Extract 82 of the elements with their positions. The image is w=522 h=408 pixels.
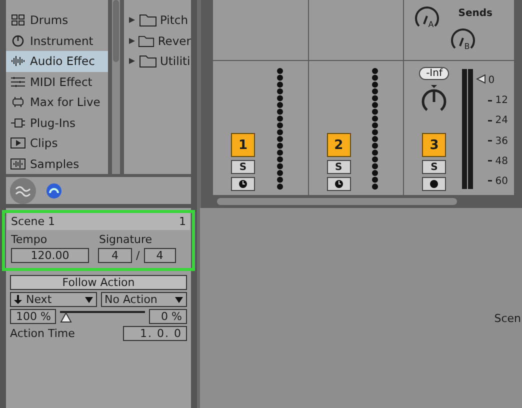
- scale-label: 36: [495, 136, 508, 147]
- scale-label: 60: [495, 176, 508, 187]
- down-arrow-icon: [14, 295, 22, 304]
- plug-icon: [10, 96, 26, 108]
- slider-thumb[interactable]: [60, 312, 72, 323]
- power-icon: [10, 34, 26, 47]
- chance-slider[interactable]: [60, 309, 145, 324]
- folder-icon: [139, 13, 157, 28]
- signature-field[interactable]: 4: [98, 248, 132, 263]
- clip-slot[interactable]: [213, 0, 308, 60]
- lines-icon: [10, 76, 26, 88]
- scene-number: 1: [179, 215, 186, 228]
- arm-button[interactable]: [231, 177, 255, 191]
- folder-icon: [138, 34, 155, 48]
- headphones-icon[interactable]: [46, 182, 62, 198]
- scrollbar[interactable]: [112, 0, 120, 174]
- play-icon: [10, 137, 26, 150]
- solo-button[interactable]: S: [231, 160, 255, 174]
- browser-category[interactable]: Audio Effec: [6, 51, 108, 72]
- folder-item[interactable]: Utiliti: [128, 51, 191, 72]
- scene-label: Scen: [494, 312, 521, 325]
- chance-field[interactable]: 100 %: [10, 309, 56, 324]
- scrollbar[interactable]: [217, 198, 457, 205]
- scale-label: 48: [495, 156, 508, 167]
- browser-category[interactable]: Max for Live: [6, 92, 108, 112]
- send-label: B: [464, 42, 470, 51]
- chance-field[interactable]: 0 %: [149, 309, 187, 324]
- clip-slot[interactable]: Sends A B: [404, 0, 514, 60]
- action-dropdown[interactable]: No Action: [100, 292, 187, 307]
- separator: /: [136, 249, 140, 262]
- expand-icon: [128, 57, 136, 66]
- scene-title: Scene 1: [11, 215, 56, 228]
- tick-mark: [488, 100, 492, 102]
- clip-slot[interactable]: [308, 0, 404, 60]
- sends-label: Sends: [458, 8, 492, 19]
- wave-icon: [15, 184, 31, 196]
- signature-field[interactable]: 4: [144, 248, 176, 263]
- send-label: A: [428, 20, 434, 29]
- signature-label: Signature: [99, 233, 152, 246]
- tick-mark: [488, 160, 492, 162]
- waveform-icon: [10, 55, 26, 68]
- grid-icon: [10, 14, 26, 26]
- folder-item[interactable]: Rever: [128, 30, 191, 51]
- tempo-field[interactable]: 120.00: [11, 248, 89, 263]
- solo-button[interactable]: S: [422, 160, 446, 174]
- folder-item[interactable]: Pitch: [128, 10, 191, 30]
- arm-button[interactable]: [422, 177, 446, 191]
- scale-label: 24: [495, 115, 508, 126]
- browser-category[interactable]: Plug-Ins: [6, 112, 108, 133]
- tick-mark: [488, 180, 492, 182]
- expand-icon: [128, 16, 136, 24]
- connector-icon: [10, 116, 26, 129]
- follow-action-button[interactable]: Follow Action: [10, 275, 187, 290]
- action-dropdown[interactable]: Next: [10, 292, 96, 307]
- tick-mark: [488, 140, 492, 142]
- track-activator[interactable]: 3: [422, 133, 446, 157]
- tick-mark: [488, 120, 492, 122]
- track-activator[interactable]: 1: [231, 133, 255, 157]
- action-time-field[interactable]: 1. 0. 0: [123, 326, 187, 341]
- scale-label: 12: [495, 95, 508, 106]
- browser-category[interactable]: Instrument: [6, 30, 108, 51]
- scale-label: 0: [488, 75, 495, 86]
- folder-icon: [139, 54, 157, 68]
- expand-icon: [128, 36, 136, 45]
- clock-icon: [238, 179, 248, 189]
- browser-category[interactable]: Samples: [6, 154, 108, 174]
- dot-icon: [429, 179, 440, 189]
- triangle-icon[interactable]: [476, 74, 486, 84]
- caret-icon: [84, 296, 92, 302]
- browser-category[interactable]: MIDI Effect: [6, 72, 108, 92]
- browser-category[interactable]: Clips: [6, 133, 108, 154]
- action-time-label: Action Time: [10, 327, 75, 340]
- sample-icon: [10, 158, 26, 170]
- caret-icon: [175, 296, 183, 302]
- clock-icon: [334, 179, 344, 189]
- solo-button[interactable]: S: [326, 160, 351, 174]
- wave-button[interactable]: [10, 178, 36, 204]
- track-activator[interactable]: 2: [326, 133, 351, 157]
- volume-field[interactable]: -Inf: [419, 67, 450, 80]
- tempo-label: Tempo: [11, 233, 48, 246]
- arm-button[interactable]: [326, 177, 351, 191]
- browser-category[interactable]: Drums: [6, 10, 108, 30]
